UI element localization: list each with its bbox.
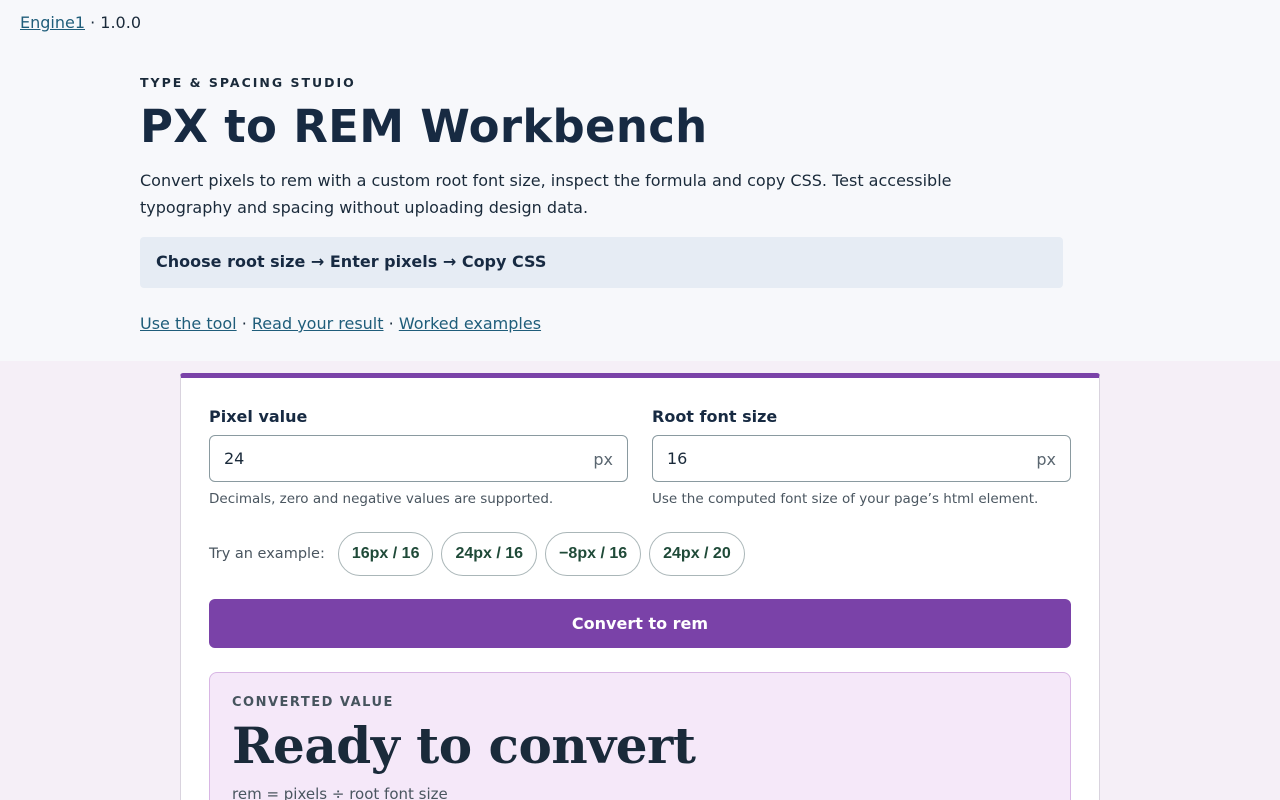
root-input[interactable] [653,436,1070,481]
result-formula: rem = pixels ÷ root font size [232,785,448,800]
examples-row: Try an example: 16px / 16 24px / 16 −8px… [209,532,753,576]
link-use-the-tool[interactable]: Use the tool [140,314,237,333]
result-kicker: CONVERTED VALUE [232,695,394,710]
link-separator: · [241,314,247,333]
link-separator: · [388,314,394,333]
root-input-box: px [652,435,1071,482]
brand-link[interactable]: Engine1 [20,13,85,32]
root-unit: px [1036,450,1056,469]
pixel-input-box: px [209,435,628,482]
example-button[interactable]: −8px / 16 [545,532,642,576]
result-panel: CONVERTED VALUE Ready to convert rem = p… [209,672,1071,800]
root-hint: Use the computed font size of your page’… [652,491,1039,507]
brand: Engine1 · 1.0.0 [20,13,141,32]
steps-banner: Choose root size → Enter pixels → Copy C… [140,237,1063,288]
pixel-label: Pixel value [209,407,308,426]
convert-button[interactable]: Convert to rem [209,599,1071,648]
converter-card: Pixel value px Decimals, zero and negati… [180,373,1100,800]
page-header: Engine1 · 1.0.0 TYPE & SPACING STUDIO PX… [0,0,1280,361]
section-links: Use the tool · Read your result · Worked… [140,314,541,333]
example-button[interactable]: 16px / 16 [337,532,434,576]
version-label: · 1.0.0 [90,13,141,32]
link-read-your-result[interactable]: Read your result [252,314,384,333]
pixel-unit: px [593,450,613,469]
pixel-hint: Decimals, zero and negative values are s… [209,491,554,507]
link-worked-examples[interactable]: Worked examples [399,314,541,333]
example-button[interactable]: 24px / 20 [649,532,745,576]
root-label: Root font size [652,407,778,426]
examples-label: Try an example: [209,546,325,562]
page-title: PX to REM Workbench [140,100,708,153]
result-value: Ready to convert [232,716,696,775]
root-field: Root font size px Use the computed font … [652,407,1071,507]
example-button[interactable]: 24px / 16 [441,532,538,576]
pixel-field: Pixel value px Decimals, zero and negati… [209,407,628,507]
page-description: Convert pixels to rem with a custom root… [140,171,952,217]
eyebrow: TYPE & SPACING STUDIO [140,75,356,90]
pixel-input[interactable] [210,436,627,481]
